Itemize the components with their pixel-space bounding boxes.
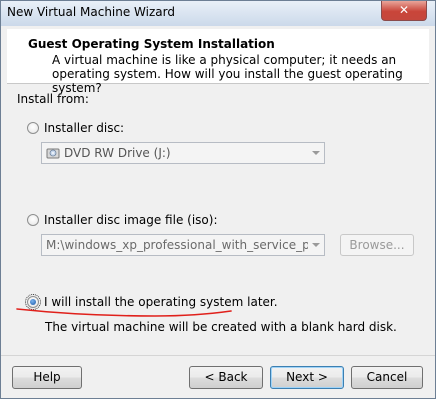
installer-disc-option[interactable]: Installer disc: [27, 120, 124, 136]
disc-drive-select[interactable]: DVD RW Drive (J:) [41, 142, 325, 164]
disc-drive-value: DVD RW Drive (J:) [64, 146, 171, 160]
chevron-down-icon [312, 243, 320, 247]
install-later-note: The virtual machine will be created with… [45, 320, 397, 334]
iso-image-label[interactable]: Installer disc image file (iso): [44, 213, 217, 227]
help-button[interactable]: Help [12, 366, 82, 389]
back-button[interactable]: < Back [189, 366, 263, 389]
close-icon: ✕ [398, 3, 410, 17]
button-bar-divider [1, 355, 435, 356]
browse-button[interactable]: Browse... [340, 234, 414, 256]
installer-disc-radio[interactable] [27, 122, 39, 134]
iso-path-value: M:\windows_xp_professional_with_service_… [46, 238, 308, 252]
next-button[interactable]: Next > [270, 366, 344, 389]
installer-disc-label[interactable]: Installer disc: [44, 121, 124, 135]
install-from-label: Install from: [17, 92, 89, 106]
wizard-header: Guest Operating System Installation A vi… [7, 29, 429, 95]
iso-image-option[interactable]: Installer disc image file (iso): [27, 212, 217, 228]
window-title: New Virtual Machine Wizard [7, 5, 175, 19]
close-button[interactable]: ✕ [381, 1, 427, 21]
iso-path-select[interactable]: M:\windows_xp_professional_with_service_… [41, 234, 325, 256]
page-title: Guest Operating System Installation [28, 37, 275, 51]
title-bar[interactable]: New Virtual Machine Wizard ✕ [1, 1, 435, 26]
chevron-down-icon [312, 151, 320, 155]
dvd-drive-icon [46, 148, 60, 159]
iso-image-radio[interactable] [27, 214, 39, 226]
page-description: A virtual machine is like a physical com… [52, 53, 403, 95]
red-annotation-underline [16, 308, 232, 317]
cancel-button[interactable]: Cancel [351, 366, 423, 389]
wizard-window: New Virtual Machine Wizard ✕ Guest Opera… [0, 0, 436, 399]
